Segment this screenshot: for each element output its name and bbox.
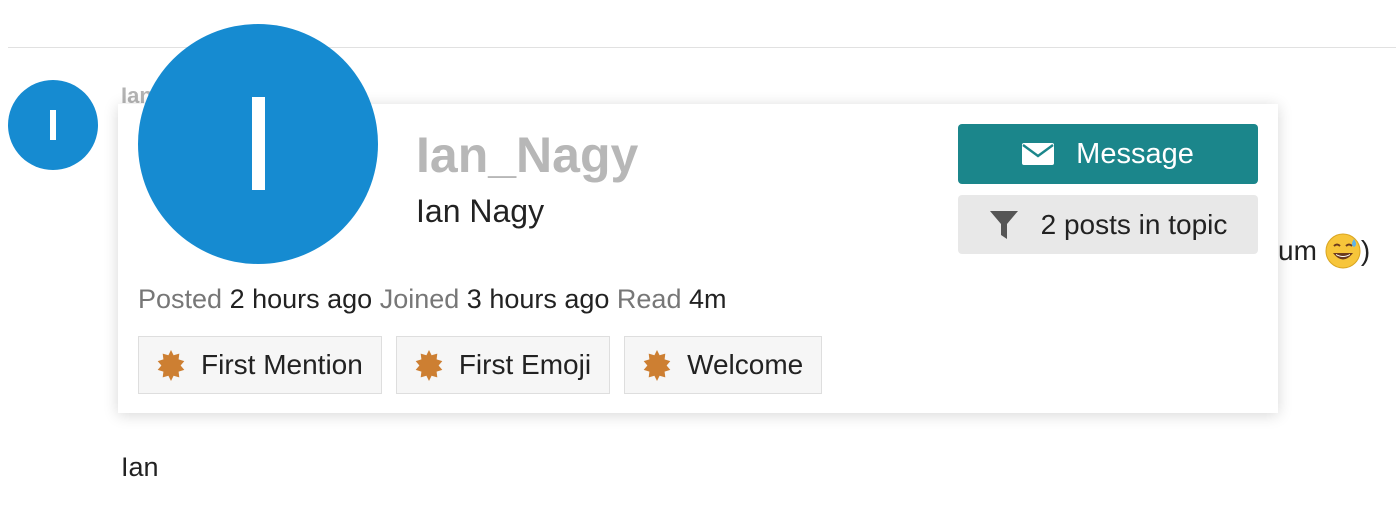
badge-label: First Emoji (458, 349, 592, 380)
user-card-full-name: Ian Nagy (416, 193, 545, 229)
joined-value: 3 hours ago (466, 284, 610, 314)
post-text-fragment: um ) (1278, 233, 1370, 269)
badge-burst-icon (643, 350, 671, 381)
message-button-label: Message (1076, 137, 1194, 170)
topic-page: Ian um ) Ian Ian_Nagy Ian Nagy Message 2… (0, 0, 1396, 506)
read-value: 4m (688, 284, 727, 314)
sweat-smile-emoji-icon (1325, 233, 1361, 269)
user-card-avatar-letter (252, 97, 265, 190)
filter-posts-button[interactable]: 2 posts in topic (958, 195, 1258, 254)
badge-first-mention[interactable]: First Mention (138, 336, 382, 394)
badge-label: Welcome (687, 349, 804, 380)
post-signoff: Ian (121, 452, 159, 482)
user-card-metadata: Posted 2 hours ago Joined 3 hours ago Re… (138, 284, 727, 315)
read-label: Read (616, 284, 682, 314)
post-avatar-letter (50, 110, 56, 140)
joined-label: Joined (379, 284, 460, 314)
badge-burst-icon (415, 350, 443, 381)
badge-list: First Mention First Emoji Welcome (138, 336, 823, 394)
user-card-username[interactable]: Ian_Nagy (416, 126, 638, 184)
filter-icon (989, 210, 1018, 239)
post-text: um (1278, 235, 1317, 266)
filter-posts-label: 2 posts in topic (1040, 208, 1228, 240)
badge-welcome[interactable]: Welcome (624, 336, 823, 394)
envelope-icon (1022, 143, 1055, 165)
post-text-tail: ) (1360, 235, 1371, 266)
posted-label: Posted (138, 284, 223, 314)
badge-burst-icon (157, 350, 185, 381)
posted-value: 2 hours ago (229, 284, 373, 314)
message-button[interactable]: Message (958, 124, 1258, 184)
badge-label: First Mention (201, 349, 363, 380)
badge-first-emoji[interactable]: First Emoji (395, 336, 611, 394)
